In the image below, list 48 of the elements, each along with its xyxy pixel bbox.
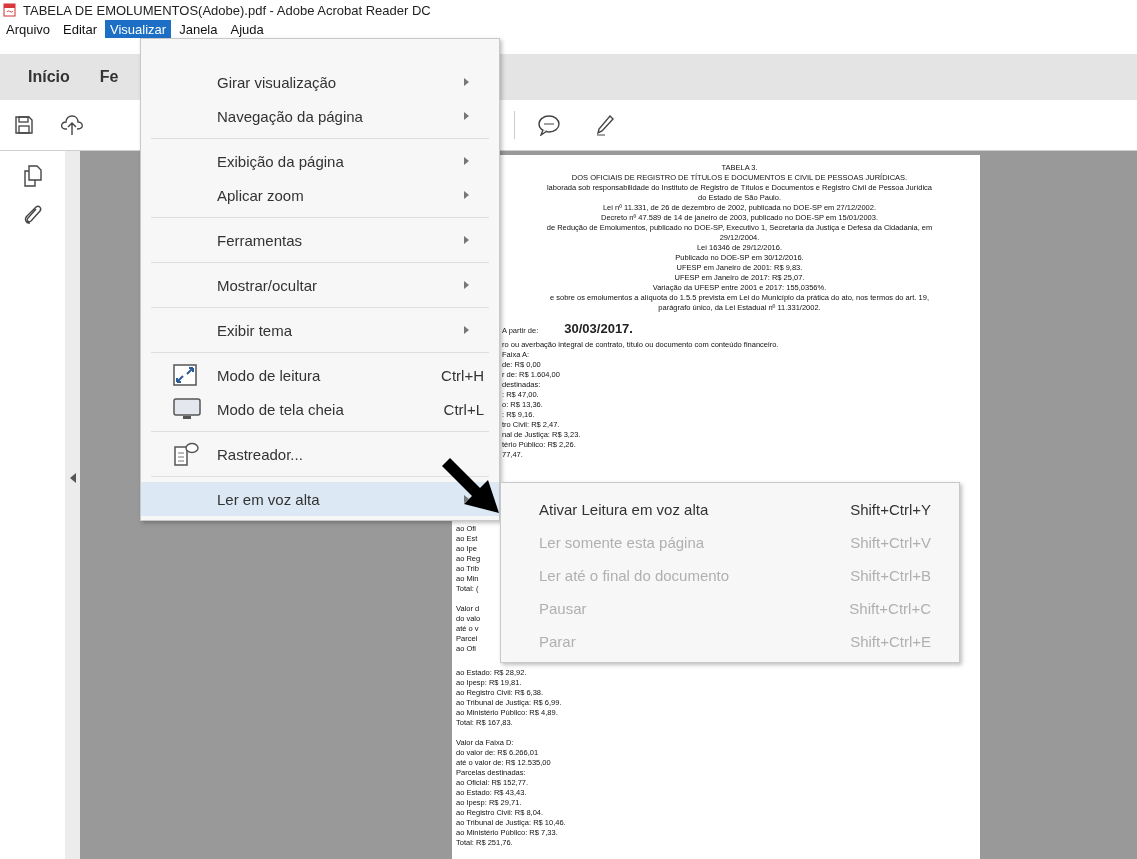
- menu-item[interactable]: Modo de leitura Ctrl+H: [141, 358, 499, 392]
- cloud-upload-icon[interactable]: [60, 114, 84, 136]
- tab[interactable]: Fe: [93, 64, 125, 90]
- document-speech-icon: [173, 442, 199, 466]
- menu-bar-item[interactable]: Ajuda: [225, 20, 269, 38]
- menu-item[interactable]: Aplicar zoom: [141, 178, 499, 212]
- menu-item[interactable]: Ativar Leitura em voz alta Shift+Ctrl+Y: [501, 493, 959, 526]
- expand-arrows-icon: [173, 364, 197, 386]
- shortcut-text: Shift+Ctrl+V: [850, 534, 931, 551]
- shortcut-text: Shift+Ctrl+Y: [850, 501, 931, 518]
- submenu-arrow-icon: [464, 495, 469, 503]
- menu-item[interactable]: Ferramentas: [141, 223, 499, 257]
- shortcut-text: Shift+Ctrl+E: [850, 633, 931, 650]
- pointer-arrow-drawing: [442, 458, 500, 514]
- menu-item[interactable]: Modo de tela cheia Ctrl+L: [141, 392, 499, 426]
- menu-bar-item[interactable]: Arquivo: [1, 20, 56, 38]
- collapse-arrow-icon[interactable]: [70, 473, 76, 483]
- window-title: TABELA DE EMOLUMENTOS(Adobe).pdf - Adobe Acrobat Reader DC: [23, 2, 431, 18]
- menu-item[interactable]: Exibição da página: [141, 144, 499, 178]
- comment-icon[interactable]: [537, 114, 561, 136]
- submenu-arrow-icon: [464, 326, 469, 334]
- paperclip-icon[interactable]: [22, 203, 43, 225]
- submenu-arrow-icon: [464, 281, 469, 289]
- submenu-arrow-icon: [464, 236, 469, 244]
- shortcut-text: Shift+Ctrl+C: [849, 600, 931, 617]
- menu-item[interactable]: Girar visualização: [141, 65, 499, 99]
- pages-icon[interactable]: [22, 165, 43, 187]
- menu-item[interactable]: Mostrar/ocultar: [141, 268, 499, 302]
- menu-bar-item[interactable]: Janela: [174, 20, 223, 38]
- shortcut-text: Ctrl+H: [441, 366, 484, 384]
- pdf-file-icon: [3, 3, 17, 17]
- shortcut-text: Ctrl+L: [443, 400, 484, 418]
- effective-date: 30/03/2017.: [564, 321, 633, 336]
- menu-item[interactable]: Exibir tema: [141, 313, 499, 347]
- submenu-arrow-icon: [464, 112, 469, 120]
- pen-icon[interactable]: [595, 114, 615, 136]
- save-icon[interactable]: [14, 115, 34, 135]
- menu-bar-item[interactable]: Editar: [58, 20, 103, 38]
- menu-bar-item[interactable]: Visualizar: [105, 20, 172, 38]
- menu-item[interactable]: Rastreador...: [141, 437, 499, 471]
- tab[interactable]: Início: [22, 64, 76, 90]
- submenu-arrow-icon: [464, 191, 469, 199]
- submenu-arrow-icon: [464, 78, 469, 86]
- menu-item[interactable]: Navegação da página: [141, 99, 499, 133]
- submenu-arrow-icon: [464, 157, 469, 165]
- monitor-icon: [173, 398, 201, 420]
- menu-item[interactable]: Ler em voz alta: [141, 482, 499, 516]
- shortcut-text: Shift+Ctrl+B: [850, 567, 931, 584]
